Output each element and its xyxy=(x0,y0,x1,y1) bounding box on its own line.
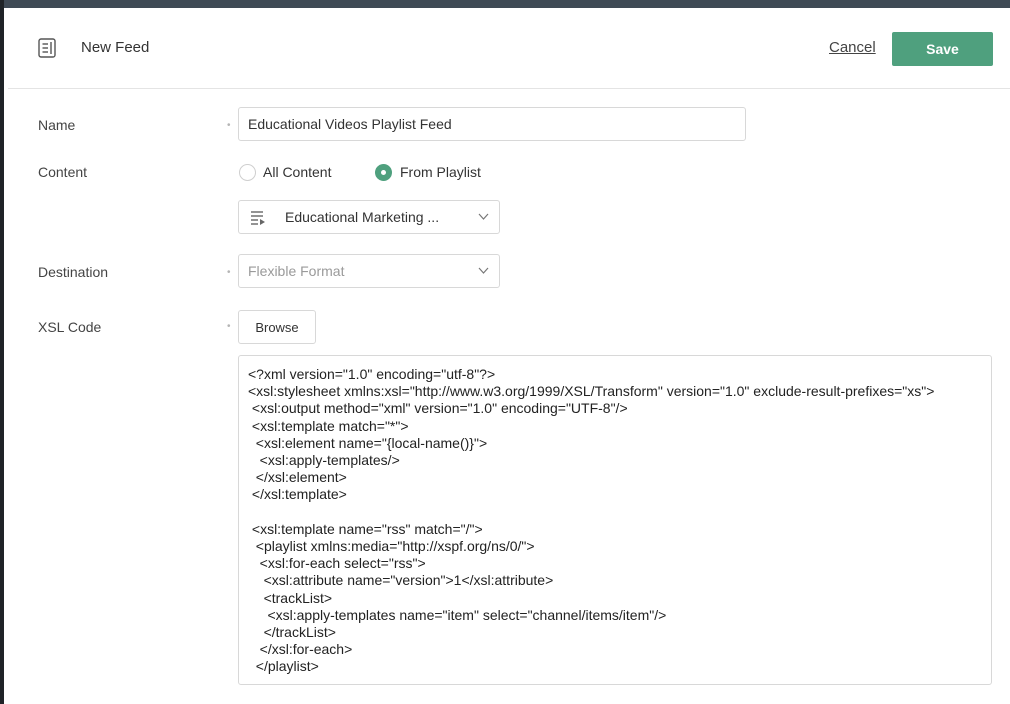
destination-label: Destination xyxy=(38,264,109,280)
cancel-link[interactable]: Cancel xyxy=(829,39,876,56)
radio-from-playlist[interactable] xyxy=(375,164,392,181)
destination-select-placeholder: Flexible Format xyxy=(248,263,345,279)
destination-select[interactable]: Flexible Format xyxy=(238,254,500,288)
browse-button[interactable]: Browse xyxy=(238,310,316,344)
background-window-edge-left xyxy=(0,0,4,704)
radio-all-content-label[interactable]: All Content xyxy=(263,164,331,180)
document-icon xyxy=(38,38,56,58)
xsl-code-label: XSL Code xyxy=(38,319,102,335)
save-button[interactable]: Save xyxy=(892,32,993,66)
required-marker: • xyxy=(227,321,231,332)
radio-from-playlist-label[interactable]: From Playlist xyxy=(400,164,481,180)
required-marker: • xyxy=(227,267,231,278)
dialog-header: New Feed Cancel Save xyxy=(8,8,1010,89)
dialog-title: New Feed xyxy=(81,39,150,56)
playlist-select-value: Educational Marketing ... xyxy=(285,209,440,225)
content-label: Content xyxy=(38,164,88,180)
playlist-select[interactable]: Educational Marketing ... xyxy=(238,200,500,234)
radio-all-content[interactable] xyxy=(239,164,256,181)
background-window-edge xyxy=(0,0,1010,8)
xsl-code-editor[interactable]: <?xml version="1.0" encoding="utf-8"?> <… xyxy=(238,355,992,685)
required-marker: • xyxy=(227,120,231,131)
chevron-down-icon xyxy=(478,267,489,274)
chevron-down-icon xyxy=(478,213,489,220)
name-input[interactable] xyxy=(238,107,746,141)
name-label: Name xyxy=(38,117,76,133)
playlist-icon xyxy=(251,211,265,225)
